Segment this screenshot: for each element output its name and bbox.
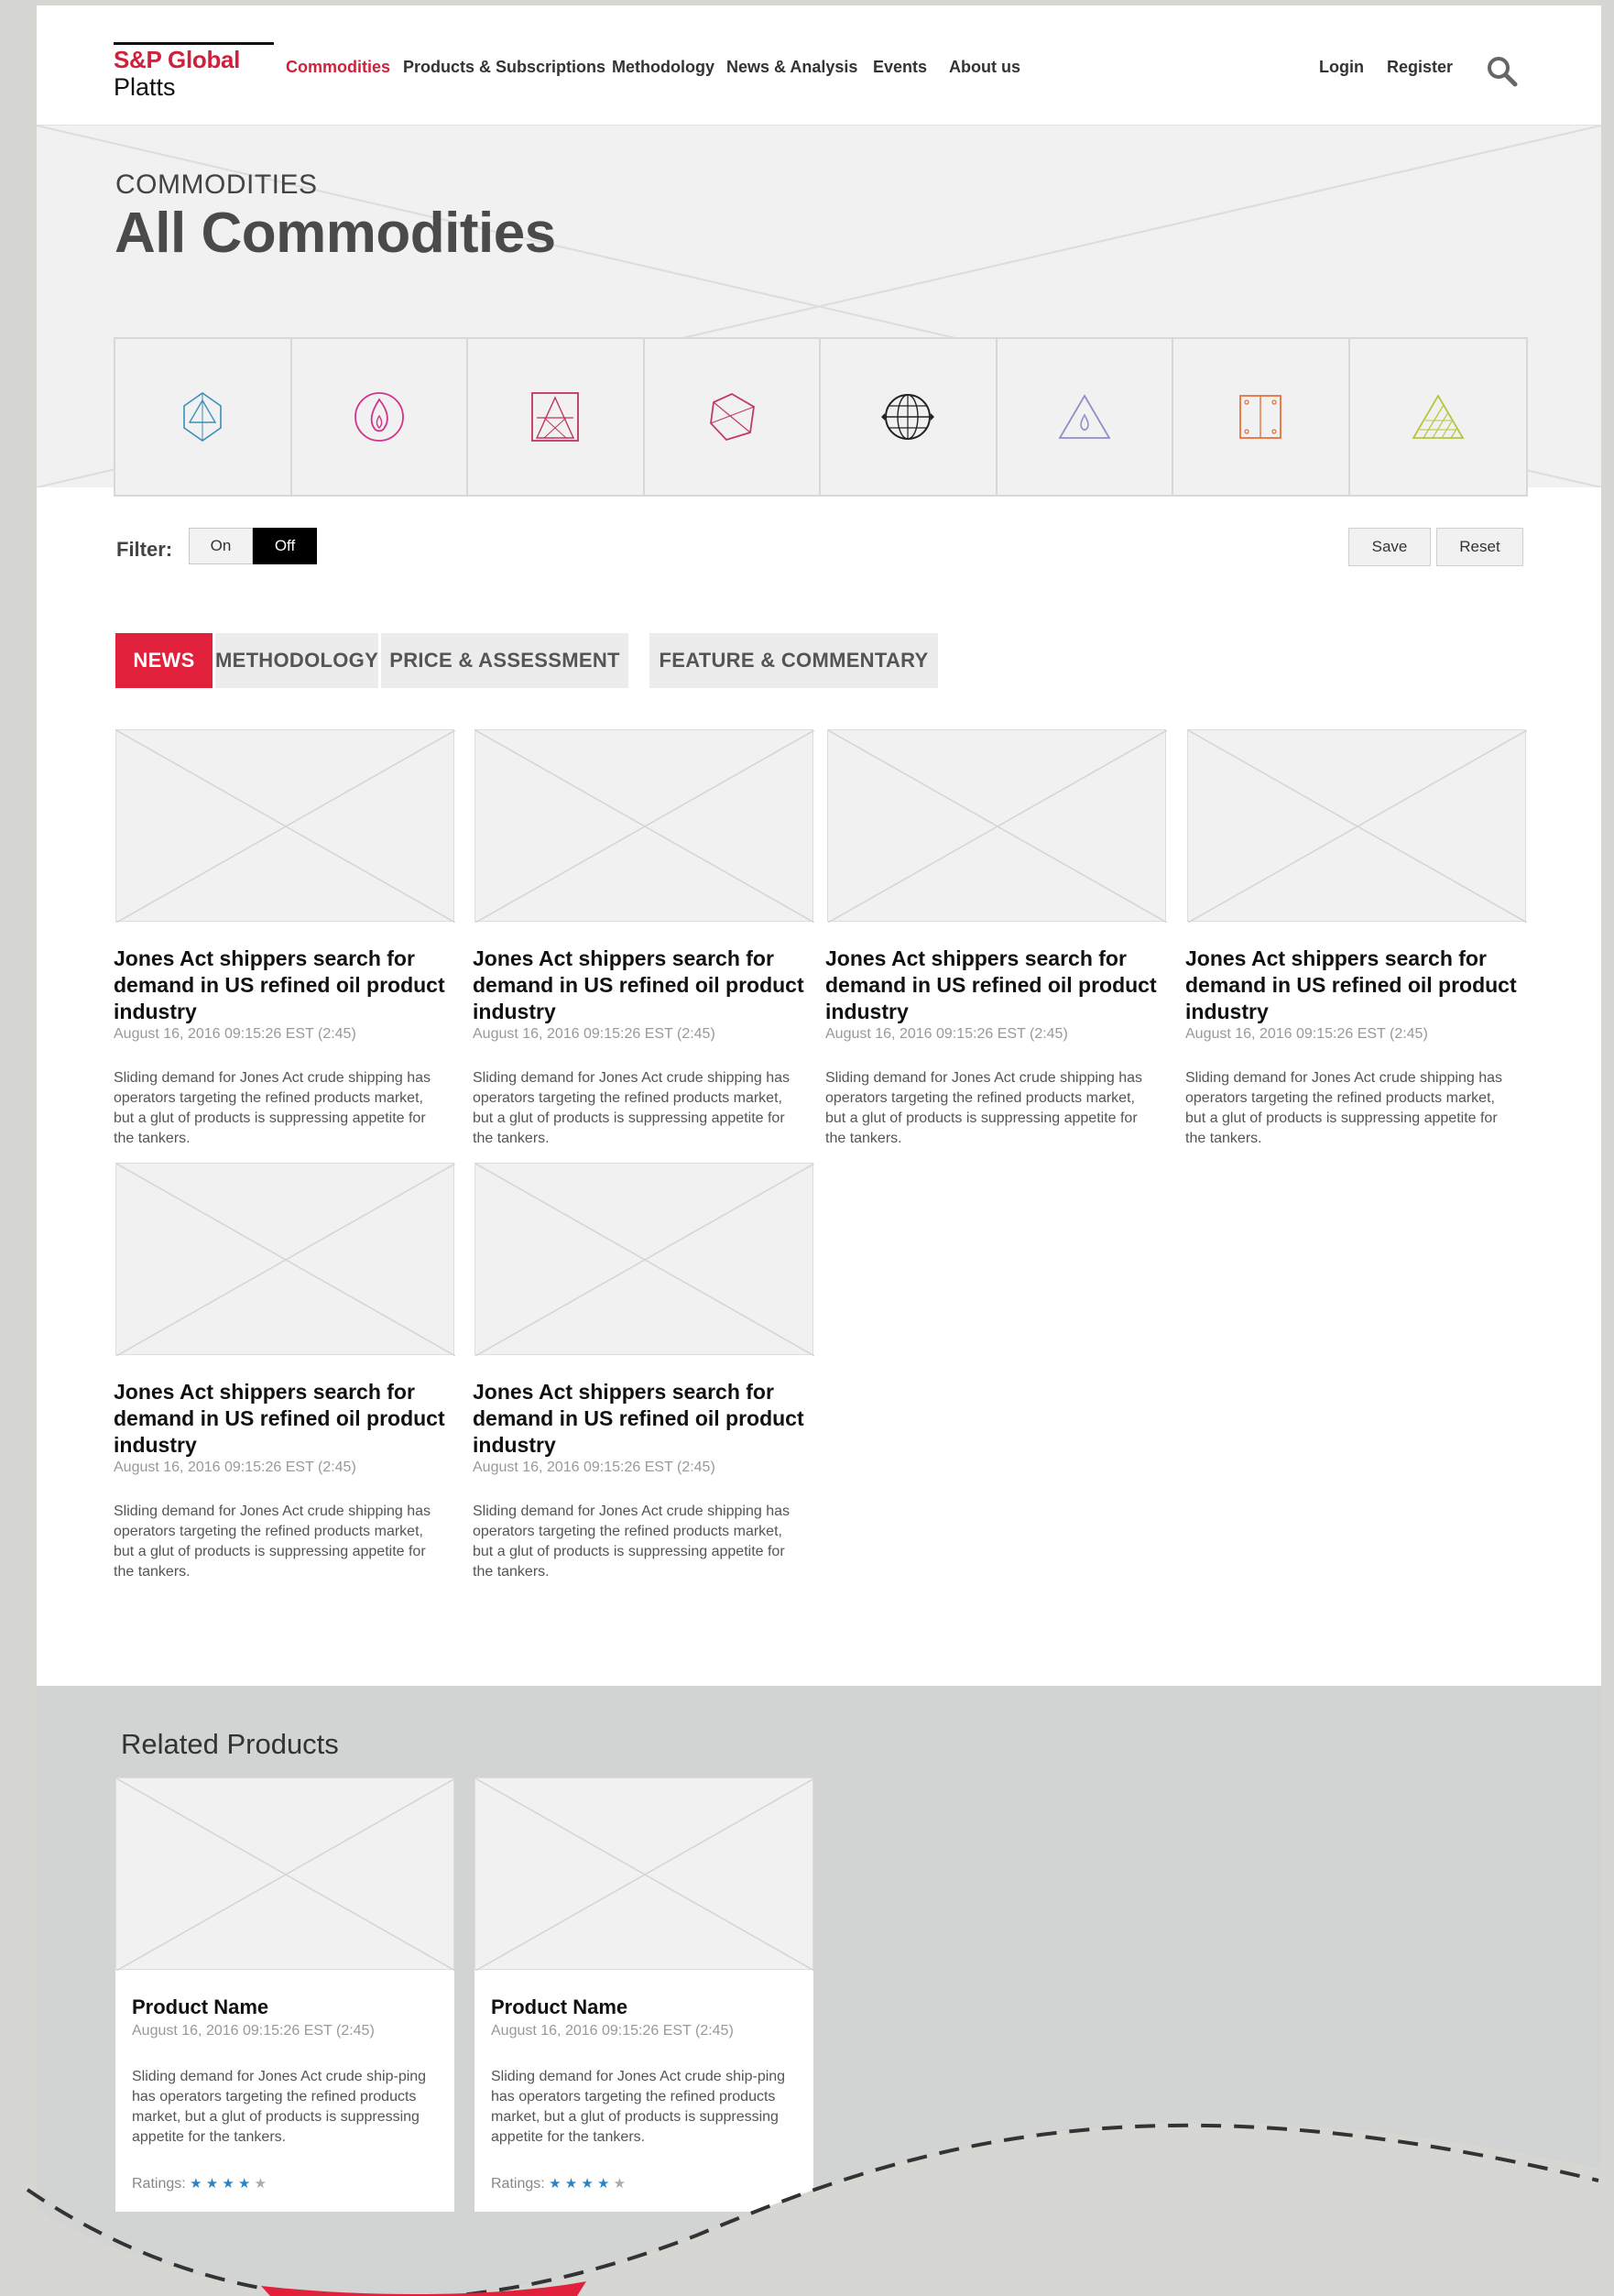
article-image-placeholder[interactable]: [827, 729, 1167, 923]
product-name[interactable]: Product Name: [491, 1995, 627, 2019]
article-title[interactable]: Jones Act shippers search for demand in …: [473, 1379, 816, 1459]
tab-news[interactable]: NEWS: [115, 633, 213, 688]
product-card[interactable]: Product Name August 16, 2016 09:15:26 ES…: [474, 1777, 814, 2212]
product-description: Sliding demand for Jones Act crude ship-…: [132, 2069, 427, 2145]
article-date: August 16, 2016 09:15:26 EST (2:45): [825, 1026, 1068, 1042]
article-title[interactable]: Jones Act shippers search for demand in …: [114, 1379, 457, 1459]
article-image-placeholder[interactable]: [1187, 729, 1527, 923]
commodity-tile-6[interactable]: [998, 339, 1173, 495]
register-link[interactable]: Register: [1387, 58, 1453, 77]
tab-price-assessment[interactable]: PRICE & ASSESSMENT: [381, 633, 628, 688]
panel-icon: [1239, 395, 1282, 439]
crystal-icon: [183, 392, 223, 442]
nav-events[interactable]: Events: [873, 58, 927, 77]
nav-news-analysis[interactable]: News & Analysis: [726, 58, 857, 77]
article-title[interactable]: Jones Act shippers search for demand in …: [825, 946, 1169, 1025]
product-ratings: Ratings: ★ ★ ★ ★ ★: [132, 2175, 267, 2192]
site-header: S&P Global Platts Commodities Products &…: [37, 5, 1601, 126]
article-date: August 16, 2016 09:15:26 EST (2:45): [473, 1460, 715, 1475]
related-products-title: Related Products: [121, 1728, 339, 1760]
commodity-tile-7[interactable]: [1173, 339, 1350, 495]
save-button[interactable]: Save: [1348, 528, 1431, 566]
hero-eyebrow: COMMODITIES: [115, 169, 318, 200]
commodity-tile-2[interactable]: [292, 339, 468, 495]
article-summary: Sliding demand for Jones Act crude shipp…: [473, 1503, 790, 1580]
star-empty-icon: ★: [250, 2176, 267, 2192]
article-summary: Sliding demand for Jones Act crude shipp…: [114, 1503, 431, 1580]
page-title: All Commodities: [115, 202, 556, 265]
tab-methodology[interactable]: METHODOLOGY: [215, 633, 378, 688]
rating-stars: ★ ★ ★ ★ ★: [190, 2176, 267, 2192]
product-date: August 16, 2016 09:15:26 EST (2:45): [491, 2023, 734, 2039]
filter-on-toggle[interactable]: On: [189, 528, 253, 564]
nav-about-us[interactable]: About us: [949, 58, 1020, 77]
star-filled-icon: ★: [190, 2176, 202, 2192]
filter-off-toggle[interactable]: Off: [253, 528, 317, 564]
tower-icon: [531, 392, 580, 442]
star-filled-icon: ★: [202, 2176, 219, 2192]
article-summary: Sliding demand for Jones Act crude shipp…: [114, 1070, 431, 1146]
login-link[interactable]: Login: [1319, 58, 1364, 77]
article-image-placeholder[interactable]: [474, 1163, 814, 1356]
reset-button[interactable]: Reset: [1436, 528, 1523, 566]
rating-stars: ★ ★ ★ ★ ★: [549, 2176, 626, 2192]
hero-banner: COMMODITIES All Commodities: [37, 126, 1601, 497]
product-ratings: Ratings: ★ ★ ★ ★ ★: [491, 2175, 626, 2192]
logo-rule: [114, 42, 274, 45]
star-filled-icon: ★: [218, 2176, 234, 2192]
tab-feature-commentary[interactable]: FEATURE & COMMENTARY: [649, 633, 938, 688]
commodity-icon-strip: [114, 337, 1528, 497]
article-date: August 16, 2016 09:15:26 EST (2:45): [1185, 1026, 1428, 1042]
product-image-placeholder[interactable]: [474, 1777, 814, 1971]
logo-product[interactable]: Platts: [114, 73, 176, 102]
ratings-label: Ratings:: [491, 2176, 545, 2192]
nav-methodology[interactable]: Methodology: [612, 58, 714, 77]
article-summary: Sliding demand for Jones Act crude shipp…: [1185, 1070, 1502, 1146]
commodity-tile-8[interactable]: [1350, 339, 1527, 495]
product-date: August 16, 2016 09:15:26 EST (2:45): [132, 2023, 375, 2039]
product-name[interactable]: Product Name: [132, 1995, 268, 2019]
star-empty-icon: ★: [609, 2176, 627, 2192]
filter-label: Filter:: [116, 538, 173, 561]
article-date: August 16, 2016 09:15:26 EST (2:45): [473, 1026, 715, 1042]
article-image-placeholder[interactable]: [115, 729, 455, 923]
striped-triangle-icon: [1412, 394, 1465, 439]
article-image-placeholder[interactable]: [115, 1163, 455, 1356]
page-canvas: S&P Global Platts Commodities Products &…: [37, 5, 1601, 2296]
commodity-tile-5[interactable]: [821, 339, 998, 495]
star-filled-icon: ★: [593, 2176, 610, 2192]
flame-icon: [354, 392, 404, 442]
nav-commodities[interactable]: Commodities: [286, 58, 390, 77]
article-date: August 16, 2016 09:15:26 EST (2:45): [114, 1460, 356, 1475]
commodity-tile-1[interactable]: [115, 339, 292, 495]
commodity-tile-3[interactable]: [468, 339, 645, 495]
related-products-section: Related Products Product Name August 16,…: [37, 1686, 1601, 2296]
product-card[interactable]: Product Name August 16, 2016 09:15:26 ES…: [115, 1777, 455, 2212]
search-icon[interactable]: [1486, 55, 1519, 88]
nav-products-subscriptions[interactable]: Products & Subscriptions: [403, 58, 605, 77]
drop-triangle-icon: [1058, 394, 1111, 439]
polygon-icon: [709, 392, 755, 442]
ratings-label: Ratings:: [132, 2176, 186, 2192]
article-title[interactable]: Jones Act shippers search for demand in …: [473, 946, 816, 1025]
article-date: August 16, 2016 09:15:26 EST (2:45): [114, 1026, 356, 1042]
article-summary: Sliding demand for Jones Act crude shipp…: [825, 1070, 1142, 1146]
article-image-placeholder[interactable]: [474, 729, 814, 923]
article-summary: Sliding demand for Jones Act crude shipp…: [473, 1070, 790, 1146]
logo-brand[interactable]: S&P Global: [114, 46, 240, 74]
product-image-placeholder[interactable]: [115, 1777, 455, 1971]
globe-icon: [881, 394, 935, 440]
star-filled-icon: ★: [561, 2176, 578, 2192]
commodity-tile-4[interactable]: [645, 339, 821, 495]
product-description: Sliding demand for Jones Act crude ship-…: [491, 2069, 786, 2145]
star-filled-icon: ★: [577, 2176, 594, 2192]
article-title[interactable]: Jones Act shippers search for demand in …: [1185, 946, 1529, 1025]
star-filled-icon: ★: [549, 2176, 562, 2192]
article-title[interactable]: Jones Act shippers search for demand in …: [114, 946, 457, 1025]
star-filled-icon: ★: [234, 2176, 251, 2192]
